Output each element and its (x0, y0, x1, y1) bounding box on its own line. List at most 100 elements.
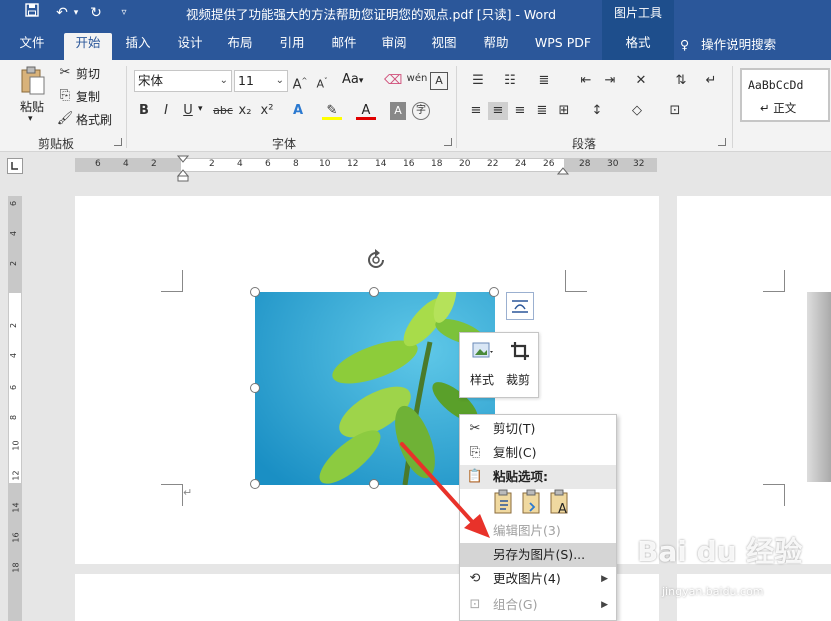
resize-handle-top[interactable] (369, 287, 379, 297)
resize-handle-bottom[interactable] (369, 479, 379, 489)
tab-help[interactable]: 帮助 (478, 33, 514, 60)
cut-button[interactable]: 剪切 (76, 65, 100, 82)
tab-layout[interactable]: 布局 (222, 33, 258, 60)
tab-review[interactable]: 审阅 (376, 33, 412, 60)
format-painter-icon[interactable]: 🖌 (56, 110, 74, 128)
paste-text-only-icon[interactable]: A (549, 489, 571, 515)
copy-button[interactable]: 复制 (76, 88, 100, 105)
scissors-icon: ✂ (469, 421, 481, 436)
paste-icon[interactable] (18, 66, 48, 96)
show-marks-icon[interactable]: ↵ (702, 72, 720, 90)
font-color-icon[interactable]: A (356, 102, 376, 120)
picture-style-icon (472, 342, 493, 358)
italic-button[interactable]: I (158, 102, 174, 120)
enclose-characters-icon[interactable]: 字 (412, 102, 430, 120)
menu-item-cut[interactable]: ✂ 剪切(T) (460, 417, 616, 441)
format-painter-button[interactable]: 格式刷 (76, 111, 112, 128)
paragraph-launcher-icon[interactable] (718, 138, 726, 146)
borders-icon[interactable]: ⊡ (664, 102, 686, 120)
grow-font-icon[interactable]: A^ (292, 72, 308, 94)
style-button[interactable]: 样式 (464, 339, 500, 393)
increase-indent-icon[interactable]: ⇥ (600, 72, 620, 90)
group-icon: ⊡ (469, 597, 481, 612)
clear-formatting-icon[interactable]: ⌫ (384, 72, 402, 90)
resize-handle-top-right[interactable] (489, 287, 499, 297)
paragraph-mark: ↵ (183, 486, 193, 499)
font-launcher-icon[interactable] (444, 138, 452, 146)
paste-picture-icon[interactable] (521, 489, 543, 515)
superscript-button[interactable]: x² (258, 102, 276, 120)
crop-button[interactable]: 裁剪 (502, 339, 538, 393)
right-indent-marker-icon[interactable] (556, 164, 570, 176)
submenu-arrow-icon: ▶ (601, 600, 608, 610)
bold-button[interactable]: B (136, 102, 152, 120)
menu-item-change-picture[interactable]: ⟲ 更改图片(4) ▶ (460, 567, 616, 591)
copy-icon[interactable]: ⎘ (56, 87, 74, 105)
align-center-icon[interactable]: ≡ (488, 102, 508, 120)
character-shading-icon[interactable]: A (390, 102, 406, 120)
sort-icon[interactable]: ⇅ (672, 72, 690, 90)
menu-item-group[interactable]: ⊡ 组合(G) ▶ (460, 593, 616, 617)
picture-tools-label: 图片工具 (602, 0, 674, 26)
tab-view[interactable]: 视图 (426, 33, 462, 60)
customize-quick-access-icon[interactable]: ▿ (114, 3, 134, 23)
tab-selector-icon[interactable] (7, 158, 23, 174)
bullets-icon[interactable]: ☰ (468, 72, 488, 90)
undo-dropdown-icon[interactable]: ▾ (66, 3, 86, 23)
clipboard-launcher-icon[interactable] (114, 138, 122, 146)
tab-wps-pdf[interactable]: WPS PDF (530, 33, 596, 60)
underline-button[interactable]: U (180, 102, 196, 120)
text-effects-icon[interactable]: A (288, 102, 308, 120)
underline-dropdown-icon[interactable]: ▾ (198, 104, 203, 114)
change-case-button[interactable]: Aa▾ (342, 72, 363, 87)
shading-icon[interactable]: ◇ (626, 102, 648, 120)
distributed-icon[interactable]: ⊞ (554, 102, 574, 120)
line-spacing-icon[interactable]: ↕ (586, 102, 608, 120)
style-normal[interactable]: AaBbCcDd ↵ 正文 (740, 68, 830, 122)
tab-mailings[interactable]: 邮件 (326, 33, 362, 60)
title-bar: ↶ ▾ ↻ ▿ 视频提供了功能强大的方法帮助您证明您的观点.pdf [只读] -… (0, 0, 831, 26)
save-icon[interactable] (22, 3, 42, 23)
next-page[interactable] (677, 196, 831, 564)
chevron-down-icon: ⌄ (219, 75, 228, 86)
character-border-icon[interactable]: A (430, 72, 448, 90)
phonetic-guide-icon[interactable]: wén (406, 70, 428, 88)
resize-handle-bottom-left[interactable] (250, 479, 260, 489)
tab-design[interactable]: 设计 (172, 33, 208, 60)
tab-file[interactable]: 文件 (14, 33, 50, 60)
chinese-layout-icon[interactable]: ✕ (630, 72, 652, 90)
resize-handle-left[interactable] (250, 383, 260, 393)
vertical-ruler[interactable]: 6 4 2 2 4 6 8 10 12 14 16 18 (8, 196, 22, 621)
strikethrough-button[interactable]: abc (212, 102, 234, 120)
align-right-icon[interactable]: ≡ (510, 102, 530, 120)
multilevel-list-icon[interactable]: ≣ (534, 72, 554, 90)
tab-format[interactable]: 格式 (602, 26, 674, 60)
tab-home[interactable]: 开始 (64, 33, 112, 60)
rotate-handle-icon[interactable] (364, 248, 388, 272)
scissors-icon[interactable]: ✂ (56, 64, 74, 82)
tab-references[interactable]: 引用 (274, 33, 310, 60)
decrease-indent-icon[interactable]: ⇤ (576, 72, 596, 90)
subscript-button[interactable]: x₂ (236, 102, 254, 120)
ruler-area: 6 4 2 2 4 6 8 10 12 14 16 18 20 22 24 26… (0, 152, 831, 182)
tell-me-search[interactable]: ♀ 操作说明搜索 (680, 34, 776, 53)
paste-dropdown-icon[interactable]: ▾ (28, 114, 33, 124)
menu-item-save-as-picture[interactable]: 另存为图片(S)... (460, 543, 616, 567)
tab-insert[interactable]: 插入 (120, 33, 156, 60)
mini-toolbar: 样式 裁剪 (459, 332, 539, 398)
crop-icon (511, 342, 529, 360)
align-left-icon[interactable]: ≡ (466, 102, 486, 120)
highlight-icon[interactable]: ✎ (322, 102, 342, 120)
justify-icon[interactable]: ≣ (532, 102, 552, 120)
font-name-combo[interactable]: 宋体 ⌄ (134, 70, 232, 92)
font-size-combo[interactable]: 11 ⌄ (234, 70, 288, 92)
paste-button[interactable]: 粘贴 (20, 98, 44, 115)
indent-marker-icon[interactable] (176, 154, 190, 182)
numbering-icon[interactable]: ☷ (500, 72, 520, 90)
redo-icon[interactable]: ↻ (86, 3, 106, 23)
shrink-font-icon[interactable]: A˅ (314, 72, 330, 94)
font-group-label: 字体 (272, 137, 297, 151)
ribbon-tabs: 文件 开始 插入 设计 布局 引用 邮件 审阅 视图 帮助 WPS PDF 格式… (0, 26, 831, 60)
layout-options-button[interactable] (506, 292, 534, 320)
resize-handle-top-left[interactable] (250, 287, 260, 297)
